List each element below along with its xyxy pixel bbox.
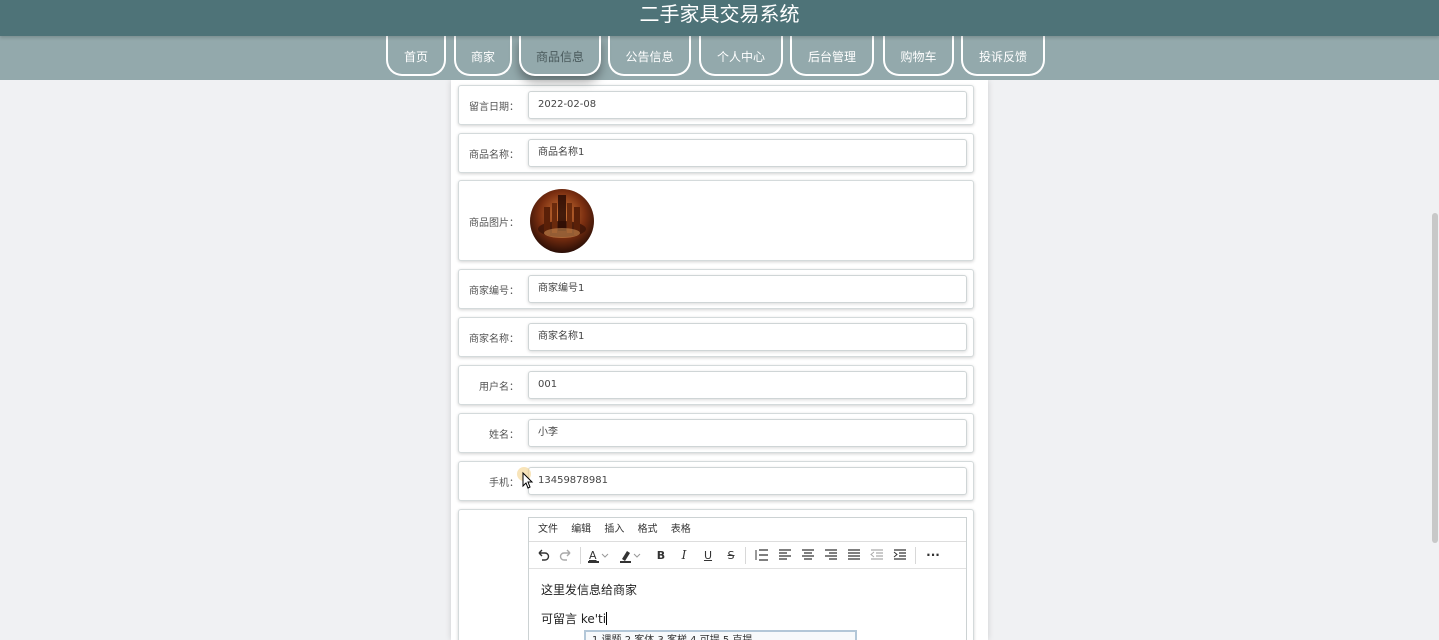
label-product-name: 商品名称：	[469, 150, 519, 161]
ime-candidate-popup[interactable]: 1 课题 2 客体 3 客梯 4 可提 5 克提	[584, 630, 857, 640]
nav-home[interactable]: 首页	[386, 36, 446, 76]
italic-icon[interactable]: I	[677, 542, 691, 569]
nav-products[interactable]: 商品信息	[519, 36, 601, 76]
row-product-name: 商品名称： 商品名称1	[458, 133, 974, 173]
editor-toolbar: A B I U S ···	[529, 542, 966, 569]
nav-admin[interactable]: 后台管理	[790, 36, 874, 76]
message-date-input[interactable]: 2022-02-08	[528, 91, 967, 119]
label-merchant-id: 商家编号：	[469, 286, 519, 297]
content-line-1: 这里发信息给商家	[541, 583, 638, 597]
username-input[interactable]: 001	[528, 371, 967, 399]
text-color-icon[interactable]: A	[586, 542, 612, 569]
label-message-date: 留言日期：	[469, 102, 519, 113]
redo-icon[interactable]	[558, 542, 574, 569]
merchant-name-input[interactable]: 商家名称1	[528, 323, 967, 351]
menu-format[interactable]: 格式	[638, 524, 658, 535]
product-image[interactable]	[530, 189, 594, 253]
row-merchant-name: 商家名称： 商家名称1	[458, 317, 974, 357]
label-merchant-name: 商家名称：	[469, 334, 519, 345]
svg-text:A: A	[589, 549, 597, 562]
row-merchant-id: 商家编号： 商家编号1	[458, 269, 974, 309]
more-icon[interactable]: ···	[923, 542, 943, 569]
row-product-image: 商品图片：	[458, 180, 974, 261]
merchant-id-input[interactable]: 商家编号1	[528, 275, 967, 303]
full-name-input[interactable]: 小李	[528, 419, 967, 447]
menu-edit[interactable]: 编辑	[571, 524, 591, 535]
label-phone: 手机：	[489, 478, 519, 489]
highlight-icon[interactable]	[618, 542, 644, 569]
align-right-icon[interactable]	[823, 542, 839, 569]
menu-insert[interactable]: 插入	[604, 524, 624, 535]
nav-feedback[interactable]: 投诉反馈	[961, 36, 1045, 76]
line-height-icon[interactable]	[754, 542, 770, 569]
align-center-icon[interactable]	[800, 542, 816, 569]
content-line-2: 可留言 ke'ti	[541, 612, 608, 626]
align-left-icon[interactable]	[777, 542, 793, 569]
underline-icon[interactable]: U	[701, 542, 715, 569]
rich-text-editor[interactable]: 文件 编辑 插入 格式 表格 A B I U S ··· 这里发信息给商家 可留…	[528, 517, 967, 640]
justify-icon[interactable]	[846, 542, 862, 569]
editor-menubar: 文件 编辑 插入 格式 表格	[529, 518, 966, 542]
menu-file[interactable]: 文件	[538, 524, 558, 535]
row-message-date: 留言日期： 2022-02-08	[458, 85, 974, 125]
app-title: 二手家具交易系统	[639, 2, 800, 26]
label-product-image: 商品图片：	[469, 218, 519, 229]
top-nav: 首页 商家 商品信息 公告信息 个人中心 后台管理 购物车 投诉反馈	[0, 36, 1439, 80]
menu-table[interactable]: 表格	[671, 524, 691, 535]
row-full-name: 姓名： 小李	[458, 413, 974, 453]
nav-merchants[interactable]: 商家	[454, 36, 512, 76]
strikethrough-icon[interactable]: S	[724, 542, 738, 569]
nav-personal-center[interactable]: 个人中心	[699, 36, 783, 76]
scrollbar-thumb[interactable]	[1432, 213, 1438, 543]
phone-input[interactable]: 13459878981	[528, 467, 967, 495]
row-username: 用户名： 001	[458, 365, 974, 405]
message-form: 留言日期： 2022-02-08 商品名称： 商品名称1 商品图片： 商家编号：…	[451, 80, 988, 640]
bold-icon[interactable]: B	[654, 542, 668, 569]
nav-cart[interactable]: 购物车	[883, 36, 954, 76]
label-username: 用户名：	[479, 382, 519, 393]
nav-announcements[interactable]: 公告信息	[608, 36, 691, 76]
indent-icon[interactable]	[892, 542, 908, 569]
row-message-content: 文件 编辑 插入 格式 表格 A B I U S ··· 这里发信息给商家 可留…	[458, 509, 974, 640]
label-full-name: 姓名：	[489, 430, 519, 441]
outdent-icon[interactable]	[869, 542, 885, 569]
product-name-input[interactable]: 商品名称1	[528, 139, 967, 167]
undo-icon[interactable]	[535, 542, 551, 569]
app-header: 二手家具交易系统	[0, 0, 1439, 36]
mouse-pointer-icon	[517, 467, 537, 489]
